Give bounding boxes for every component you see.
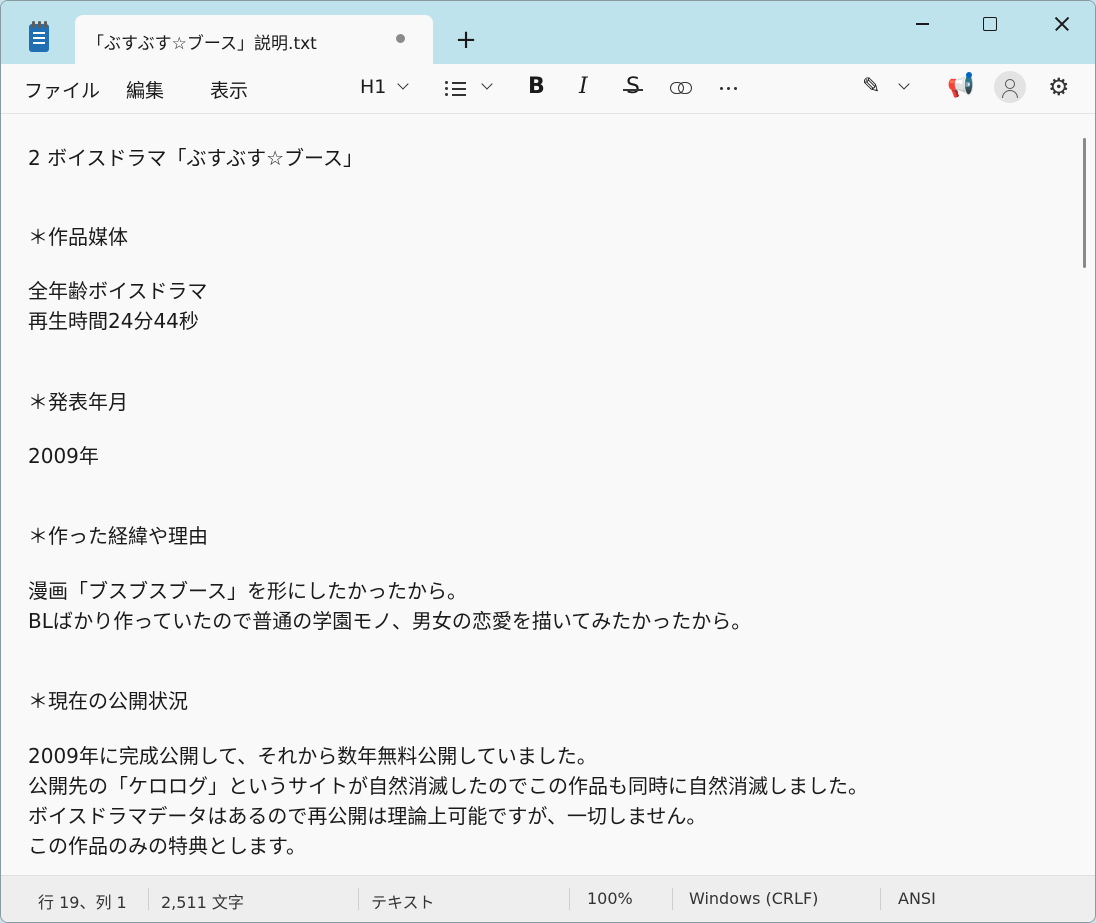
close-button[interactable] [1033, 1, 1089, 47]
copilot-pen-icon: ✎ [862, 74, 881, 99]
character-count: 2,511 文字 [161, 893, 244, 912]
tab-title: 「ぶすぶす☆ブース」説明.txt [87, 34, 317, 54]
notepad-window: 「ぶすぶす☆ブース」説明.txt + ファイル 編集 表示 H1 B I S ✎… [0, 0, 1096, 923]
text-editor[interactable]: 2 ボイスドラマ「ぶすぶす☆ブース」 ＊作品媒体 全年齢ボイスドラマ 再生時間2… [1, 114, 1095, 875]
line-ending[interactable]: Windows (CRLF) [689, 889, 818, 908]
link-button[interactable] [670, 74, 694, 102]
menu-toolbar: ファイル 編集 表示 H1 B I S ✎ 📢 [1, 64, 1095, 114]
minimize-button[interactable] [894, 1, 950, 47]
notepad-app-icon [29, 21, 49, 52]
cursor-position: 行 19、列 1 [38, 893, 127, 912]
italic-button[interactable]: I [576, 74, 596, 102]
bold-icon: B [528, 74, 545, 99]
editor-line: この作品のみの特典とします。 [28, 834, 306, 858]
editor-line: 漫画「ブスブスブース」を形にしたかったから。 [28, 579, 467, 603]
announcements-button[interactable]: 📢 [947, 72, 975, 102]
editor-line: 2 ボイスドラマ「ぶすぶす☆ブース」 [28, 146, 364, 170]
status-bar: 行 19、列 1 2,511 文字 テキスト 100% Windows (CRL… [1, 875, 1095, 922]
notification-dot-icon [966, 72, 972, 78]
bold-button[interactable]: B [528, 74, 548, 102]
menu-edit[interactable]: 編集 [126, 76, 164, 103]
editor-line: ボイスドラマデータはあるので再公開は理論上可能ですが、一切しません。 [28, 804, 707, 828]
unsaved-indicator-icon[interactable] [396, 34, 405, 43]
editor-line: ＊作った経緯や理由 [28, 524, 208, 548]
chevron-down-icon [898, 78, 910, 90]
strikethrough-icon: S [623, 74, 643, 99]
menu-view[interactable]: 表示 [210, 76, 248, 103]
heading-dropdown[interactable]: H1 [360, 74, 412, 102]
more-button[interactable] [719, 74, 741, 102]
editor-line: 公開先の「ケロログ」というサイトが自然消滅したのでこの作品も同時に自然消滅しまし… [28, 774, 868, 798]
zoom-level[interactable]: 100% [587, 889, 633, 908]
editor-line: ＊作品媒体 [28, 225, 128, 249]
editor-line: BLばかり作っていたので普通の学園モノ、男女の恋愛を描いてみたかったから。 [28, 609, 752, 633]
account-avatar[interactable] [994, 71, 1026, 103]
vertical-scrollbar[interactable] [1083, 138, 1086, 268]
chevron-down-icon [481, 78, 493, 90]
heading-label: H1 [360, 76, 387, 98]
encoding[interactable]: ANSI [898, 889, 936, 908]
editor-line: 全年齢ボイスドラマ [28, 279, 208, 303]
settings-gear-icon[interactable]: ⚙ [1048, 73, 1070, 101]
italic-icon: I [579, 74, 588, 99]
editor-line: 2009年 [28, 444, 99, 468]
new-tab-button[interactable]: + [450, 24, 482, 56]
copilot-dropdown[interactable]: ✎ [862, 74, 914, 102]
list-dropdown[interactable] [445, 74, 497, 102]
menu-file[interactable]: ファイル [24, 76, 100, 103]
editor-line: ＊現在の公開状況 [28, 689, 188, 713]
editor-line: 再生時間24分44秒 [28, 309, 199, 333]
strikethrough-button[interactable]: S [623, 74, 644, 102]
format-indicator[interactable]: テキスト [371, 889, 435, 913]
editor-line: 2009年に完成公開して、それから数年無料公開していました。 [28, 744, 597, 768]
chevron-down-icon [397, 78, 409, 90]
maximize-button[interactable] [963, 1, 1019, 47]
title-bar: 「ぶすぶす☆ブース」説明.txt + [1, 1, 1095, 64]
editor-line: ＊発表年月 [28, 390, 128, 414]
document-tab[interactable]: 「ぶすぶす☆ブース」説明.txt [75, 15, 433, 64]
megaphone-icon: 📢 [947, 74, 975, 99]
